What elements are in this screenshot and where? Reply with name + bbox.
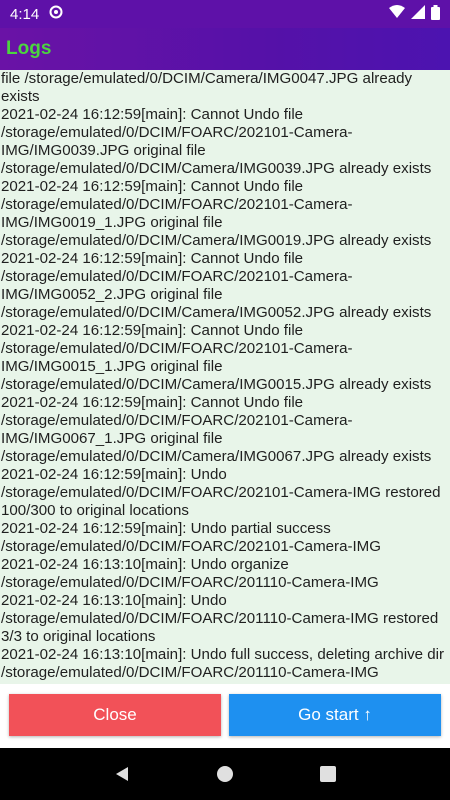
log-entry: 2021-02-24 16:13:10[main]: Undo full suc… (1, 646, 449, 681)
log-entry: 2021-02-24 16:12:59[main]: Undo partial … (1, 520, 381, 555)
action-bar: Close Go start ↑ (0, 684, 450, 748)
status-time: 4:14 (10, 5, 40, 23)
navigation-bar (0, 748, 450, 800)
wifi-icon (389, 5, 405, 23)
page-title: Logs (6, 38, 52, 59)
log-entry: 2021-02-24 16:12:59[main]: Cannot Undo f… (1, 250, 432, 321)
log-entry: 2021-02-24 16:13:10[main]: Undo organize… (1, 556, 379, 591)
app-bar: Logs (0, 28, 450, 70)
go-start-button[interactable]: Go start ↑ (229, 694, 441, 736)
battery-icon (431, 4, 440, 24)
status-bar: 4:14 (0, 0, 450, 28)
log-entry: 2021-02-24 16:12:59[main]: Cannot Undo f… (1, 106, 432, 177)
at-sign-icon (49, 5, 63, 23)
recents-icon[interactable] (308, 754, 348, 794)
log-entry: 2021-02-24 16:12:59[main]: Undo /storage… (1, 466, 445, 519)
log-view[interactable]: file /storage/emulated/0/DCIM/Camera/IMG… (0, 70, 450, 684)
log-entry: file /storage/emulated/0/DCIM/Camera/IMG… (1, 70, 417, 105)
home-icon[interactable] (205, 754, 245, 794)
status-icons (389, 4, 440, 24)
log-entry: 2021-02-24 16:12:59[main]: Cannot Undo f… (1, 322, 432, 393)
back-icon[interactable] (102, 754, 142, 794)
log-entry: 2021-02-24 16:12:59[main]: Cannot Undo f… (1, 178, 432, 249)
signal-icon (411, 5, 425, 23)
close-button[interactable]: Close (9, 694, 221, 736)
log-entry: 2021-02-24 16:13:10[main]: Undo /storage… (1, 592, 443, 645)
log-entry: 2021-02-24 16:12:59[main]: Cannot Undo f… (1, 394, 432, 465)
